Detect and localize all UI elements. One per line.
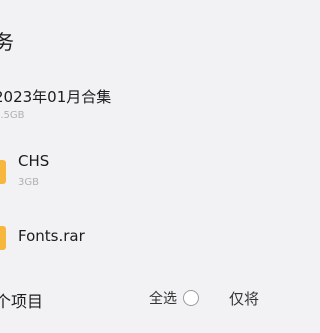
page-title: 务: [0, 30, 14, 54]
folder-icon: [0, 154, 6, 184]
file-size: 3GB: [18, 177, 39, 188]
file-name: 2023年01月合集: [0, 88, 112, 106]
file-list-item[interactable]: CHS 3GB: [0, 148, 248, 196]
select-all-radio[interactable]: [183, 290, 199, 306]
select-all-button[interactable]: 全选: [149, 286, 199, 310]
file-list-item[interactable]: 2023年01月合集 7.5GB: [0, 80, 248, 130]
file-name: CHS: [18, 152, 50, 170]
folder-icon: [0, 220, 6, 250]
file-list-item[interactable]: Fonts.rar: [0, 220, 248, 256]
file-size: 7.5GB: [0, 110, 25, 121]
select-all-label: 全选: [149, 291, 177, 307]
only-option-label[interactable]: 仅将: [229, 288, 259, 309]
file-name: Fonts.rar: [18, 227, 85, 245]
item-count-label: 个项目: [0, 292, 44, 311]
selection-bar: 个项目 全选 仅将: [0, 280, 259, 316]
